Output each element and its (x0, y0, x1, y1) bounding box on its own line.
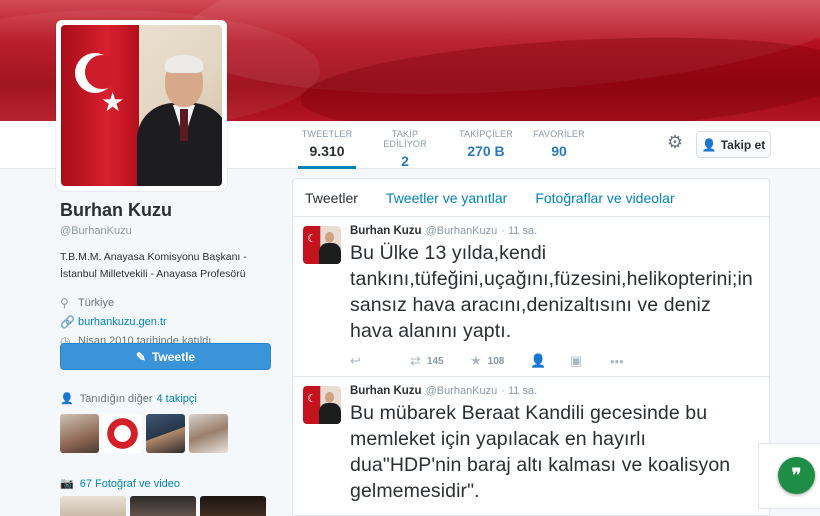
star-icon: ★ (470, 353, 482, 368)
follower-avatar[interactable] (60, 414, 99, 453)
tweet-author-name[interactable]: Burhan Kuzu (350, 385, 422, 397)
follower-avatar[interactable] (189, 414, 228, 453)
tweet-text: Bu mübarek Beraat Kandili gecesinde bu m… (350, 402, 731, 502)
add-user-icon[interactable]: 👤 (530, 353, 570, 369)
user-icon: 👤 (60, 393, 74, 405)
media-thumbnail[interactable] (200, 496, 266, 516)
quote-icon[interactable]: ❞ (778, 457, 815, 494)
followers-grid (60, 414, 228, 453)
followers-title-link[interactable]: 4 takipçi (156, 393, 196, 405)
retweet-count: 145 (426, 355, 444, 367)
stat-value: 90 (551, 143, 567, 159)
stat-label: TWEETLER (301, 129, 353, 139)
favorite-count: 108 (487, 355, 505, 367)
tweet-button-label: Tweetle (151, 349, 196, 364)
profile-name[interactable]: Burhan Kuzu (60, 200, 280, 221)
stat-value: 270 B (467, 143, 505, 159)
stat-label: TAKİP EDİLİYOR (383, 129, 427, 149)
tweet-author-handle: @BurhanKuzu (425, 225, 498, 237)
retweet-action[interactable]: ⇄ 145 (410, 353, 470, 369)
tab-photos-videos[interactable]: Fotoğraflar ve videolar (535, 190, 674, 206)
stat-favorites[interactable]: FAVORİLER 90 (532, 129, 586, 169)
tweet-author-handle: @BurhanKuzu (425, 385, 498, 397)
tweet-text: Bu Ülke 13 yılda,kendi tankını,tüfeğini,… (350, 242, 753, 342)
timeline: Tweetler Tweetler ve yanıtlar Fotoğrafla… (292, 178, 770, 516)
follower-avatar[interactable] (103, 414, 142, 453)
profile-avatar[interactable]: ★ (56, 20, 227, 191)
follow-button[interactable]: 👤 Takip et (696, 131, 771, 158)
camera-icon: 📷 (60, 478, 74, 490)
profile-bio: T.B.M.M. Anayasa Komisyonu Başkanı - İst… (60, 251, 247, 280)
stat-value: 2 (401, 153, 409, 169)
follow-button-label: Takip et (720, 137, 766, 152)
profile-location: ⚲ Türkiye (60, 293, 280, 312)
followers-title-prefix: Tanıdığın diğer (79, 392, 153, 405)
favorite-action[interactable]: ★ 108 (470, 353, 530, 369)
link-icon: 🔗 (60, 314, 75, 329)
timeline-tabs: Tweetler Tweetler ve yanıtlar Fotoğrafla… (293, 179, 769, 217)
compose-icon: ✎ (135, 349, 146, 364)
followers-you-know-title: 👤 Tanıdığın diğer 4 takipçi (60, 392, 197, 406)
add-user-icon: 👤 (701, 137, 717, 152)
website-link[interactable]: burhankuzu.gen.tr (78, 316, 167, 328)
profile-handle: @BurhanKuzu (60, 225, 132, 237)
reply-icon[interactable]: ↩ (350, 353, 410, 369)
tweet-avatar[interactable]: ☾ (303, 386, 341, 424)
media-thumbnail[interactable] (130, 496, 196, 516)
profile-card: Burhan Kuzu @BurhanKuzu T.B.M.M. Anayasa… (60, 200, 280, 350)
location-icon: ⚲ (60, 295, 69, 310)
follower-avatar[interactable] (146, 414, 185, 453)
retweet-icon: ⇄ (410, 353, 421, 368)
media-grid (60, 496, 266, 516)
tweet-time[interactable]: · 11 sa. (501, 385, 537, 397)
stat-following[interactable]: TAKİP EDİLİYOR 2 (370, 129, 440, 169)
more-icon[interactable]: ••• (610, 354, 670, 369)
flag-image: ★ (61, 25, 139, 186)
stat-value: 9.310 (309, 143, 345, 159)
stat-label: FAVORİLER (533, 129, 585, 139)
location-text: Türkiye (78, 296, 115, 309)
stat-label: TAKİPÇİLER (459, 129, 513, 139)
tweet-item[interactable]: ☾ Burhan Kuzu @BurhanKuzu · 11 sa. Bu Ül… (293, 217, 769, 377)
profile-website: 🔗 burhankuzu.gen.tr (60, 312, 280, 331)
tweet-time[interactable]: · 11 sa. (501, 225, 537, 237)
stat-tweets[interactable]: TWEETLER 9.310 (298, 129, 356, 169)
tweet-to-button[interactable]: ✎ Tweetle (60, 343, 271, 370)
tweet-author-name[interactable]: Burhan Kuzu (350, 225, 422, 237)
media-thumbnail[interactable] (60, 496, 126, 516)
stat-followers[interactable]: TAKİPÇİLER 270 B (458, 129, 514, 169)
media-title-link[interactable]: 67 Fotoğraf ve video (80, 478, 180, 490)
tweet-item[interactable]: ☾ Burhan Kuzu @BurhanKuzu · 11 sa. Bu mü… (293, 377, 769, 516)
tweet-avatar[interactable]: ☾ (303, 226, 341, 264)
gear-icon[interactable]: ⚙ (664, 131, 686, 153)
media-title: 📷 67 Fotoğraf ve video (60, 477, 180, 491)
tab-tweets-replies[interactable]: Tweetler ve yanıtlar (386, 190, 507, 206)
media-icon[interactable]: ▣ (570, 353, 610, 369)
tab-tweets[interactable]: Tweetler (305, 190, 358, 206)
tweet-actions: ↩ ⇄ 145 ★ 108 👤 ▣ ••• (350, 352, 759, 370)
